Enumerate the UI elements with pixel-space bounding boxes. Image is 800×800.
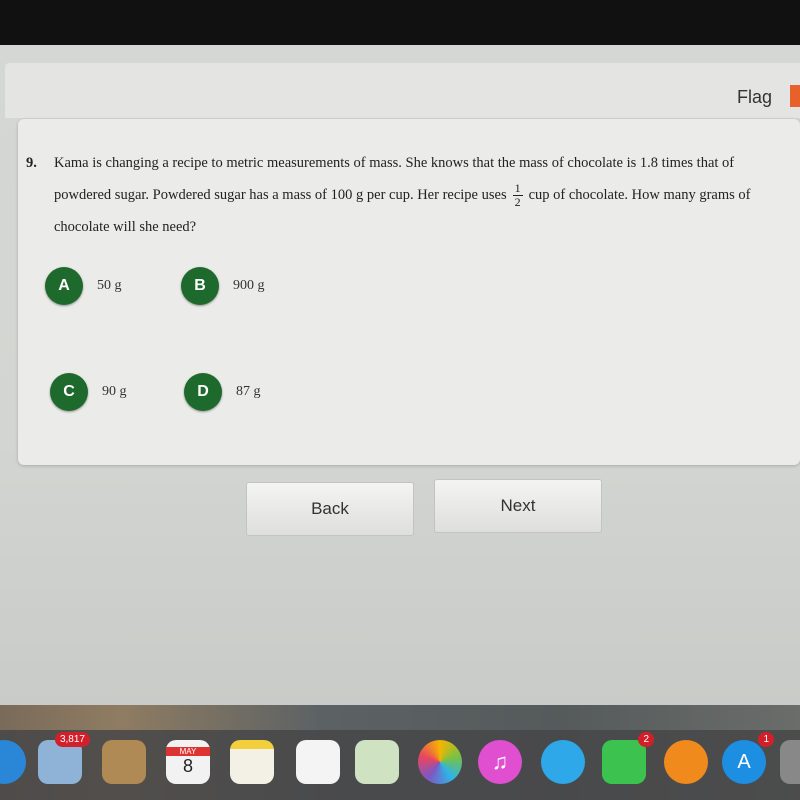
calendar-icon[interactable]: MAY 8 — [166, 740, 210, 784]
choice-text: 90 g — [102, 384, 127, 399]
dock: 3,817 MAY 8 ♫ 2 A1 — [0, 730, 800, 800]
facetime-badge: 2 — [638, 732, 654, 747]
facetime-icon[interactable]: 2 — [602, 732, 654, 784]
fraction-denominator: 2 — [514, 195, 521, 210]
choice-d[interactable]: D 87 g — [184, 373, 261, 411]
reminders-icon[interactable] — [296, 740, 340, 784]
app-store-icon[interactable]: A1 — [722, 732, 774, 784]
calendar-month: MAY — [166, 747, 210, 756]
ibooks-icon[interactable] — [664, 740, 708, 784]
messages-icon[interactable] — [541, 740, 585, 784]
top-bar: Flag — [5, 63, 800, 118]
contacts-icon[interactable] — [102, 740, 146, 784]
choice-badge[interactable]: A — [45, 267, 83, 305]
question-card: 9. Kama is changing a recipe to metric m… — [18, 119, 800, 465]
choice-badge[interactable]: C — [50, 373, 88, 411]
system-preferences-icon[interactable] — [780, 740, 800, 784]
choice-text: 87 g — [236, 384, 261, 399]
choice-text: 900 g — [233, 278, 265, 293]
mail-icon[interactable]: 3,817 — [38, 732, 90, 784]
question-number: 9. — [26, 155, 37, 171]
safari-icon[interactable] — [0, 740, 26, 784]
calendar-day: 8 — [182, 756, 193, 776]
browser-screen: Flag 9. Kama is changing a recipe to met… — [0, 45, 800, 705]
mail-badge: 3,817 — [54, 732, 90, 747]
choice-text: 50 g — [97, 278, 122, 293]
app-store-badge: 1 — [758, 732, 774, 747]
choice-c[interactable]: C 90 g — [50, 373, 127, 411]
maps-icon[interactable] — [355, 740, 399, 784]
choice-badge[interactable]: D — [184, 373, 222, 411]
flag-icon[interactable] — [790, 85, 800, 107]
choice-a[interactable]: A 50 g — [45, 267, 122, 305]
notes-icon[interactable] — [230, 740, 274, 784]
flag-button[interactable]: Flag — [737, 87, 772, 108]
fraction-numerator: 1 — [512, 181, 523, 197]
back-button[interactable]: Back — [246, 482, 414, 536]
choice-b[interactable]: B 900 g — [181, 267, 265, 305]
fraction: 12 — [512, 181, 523, 210]
next-button[interactable]: Next — [434, 479, 602, 533]
choice-badge[interactable]: B — [181, 267, 219, 305]
itunes-icon[interactable]: ♫ — [478, 740, 522, 784]
photos-icon[interactable] — [418, 740, 462, 784]
question: 9. Kama is changing a recipe to metric m… — [26, 147, 766, 243]
